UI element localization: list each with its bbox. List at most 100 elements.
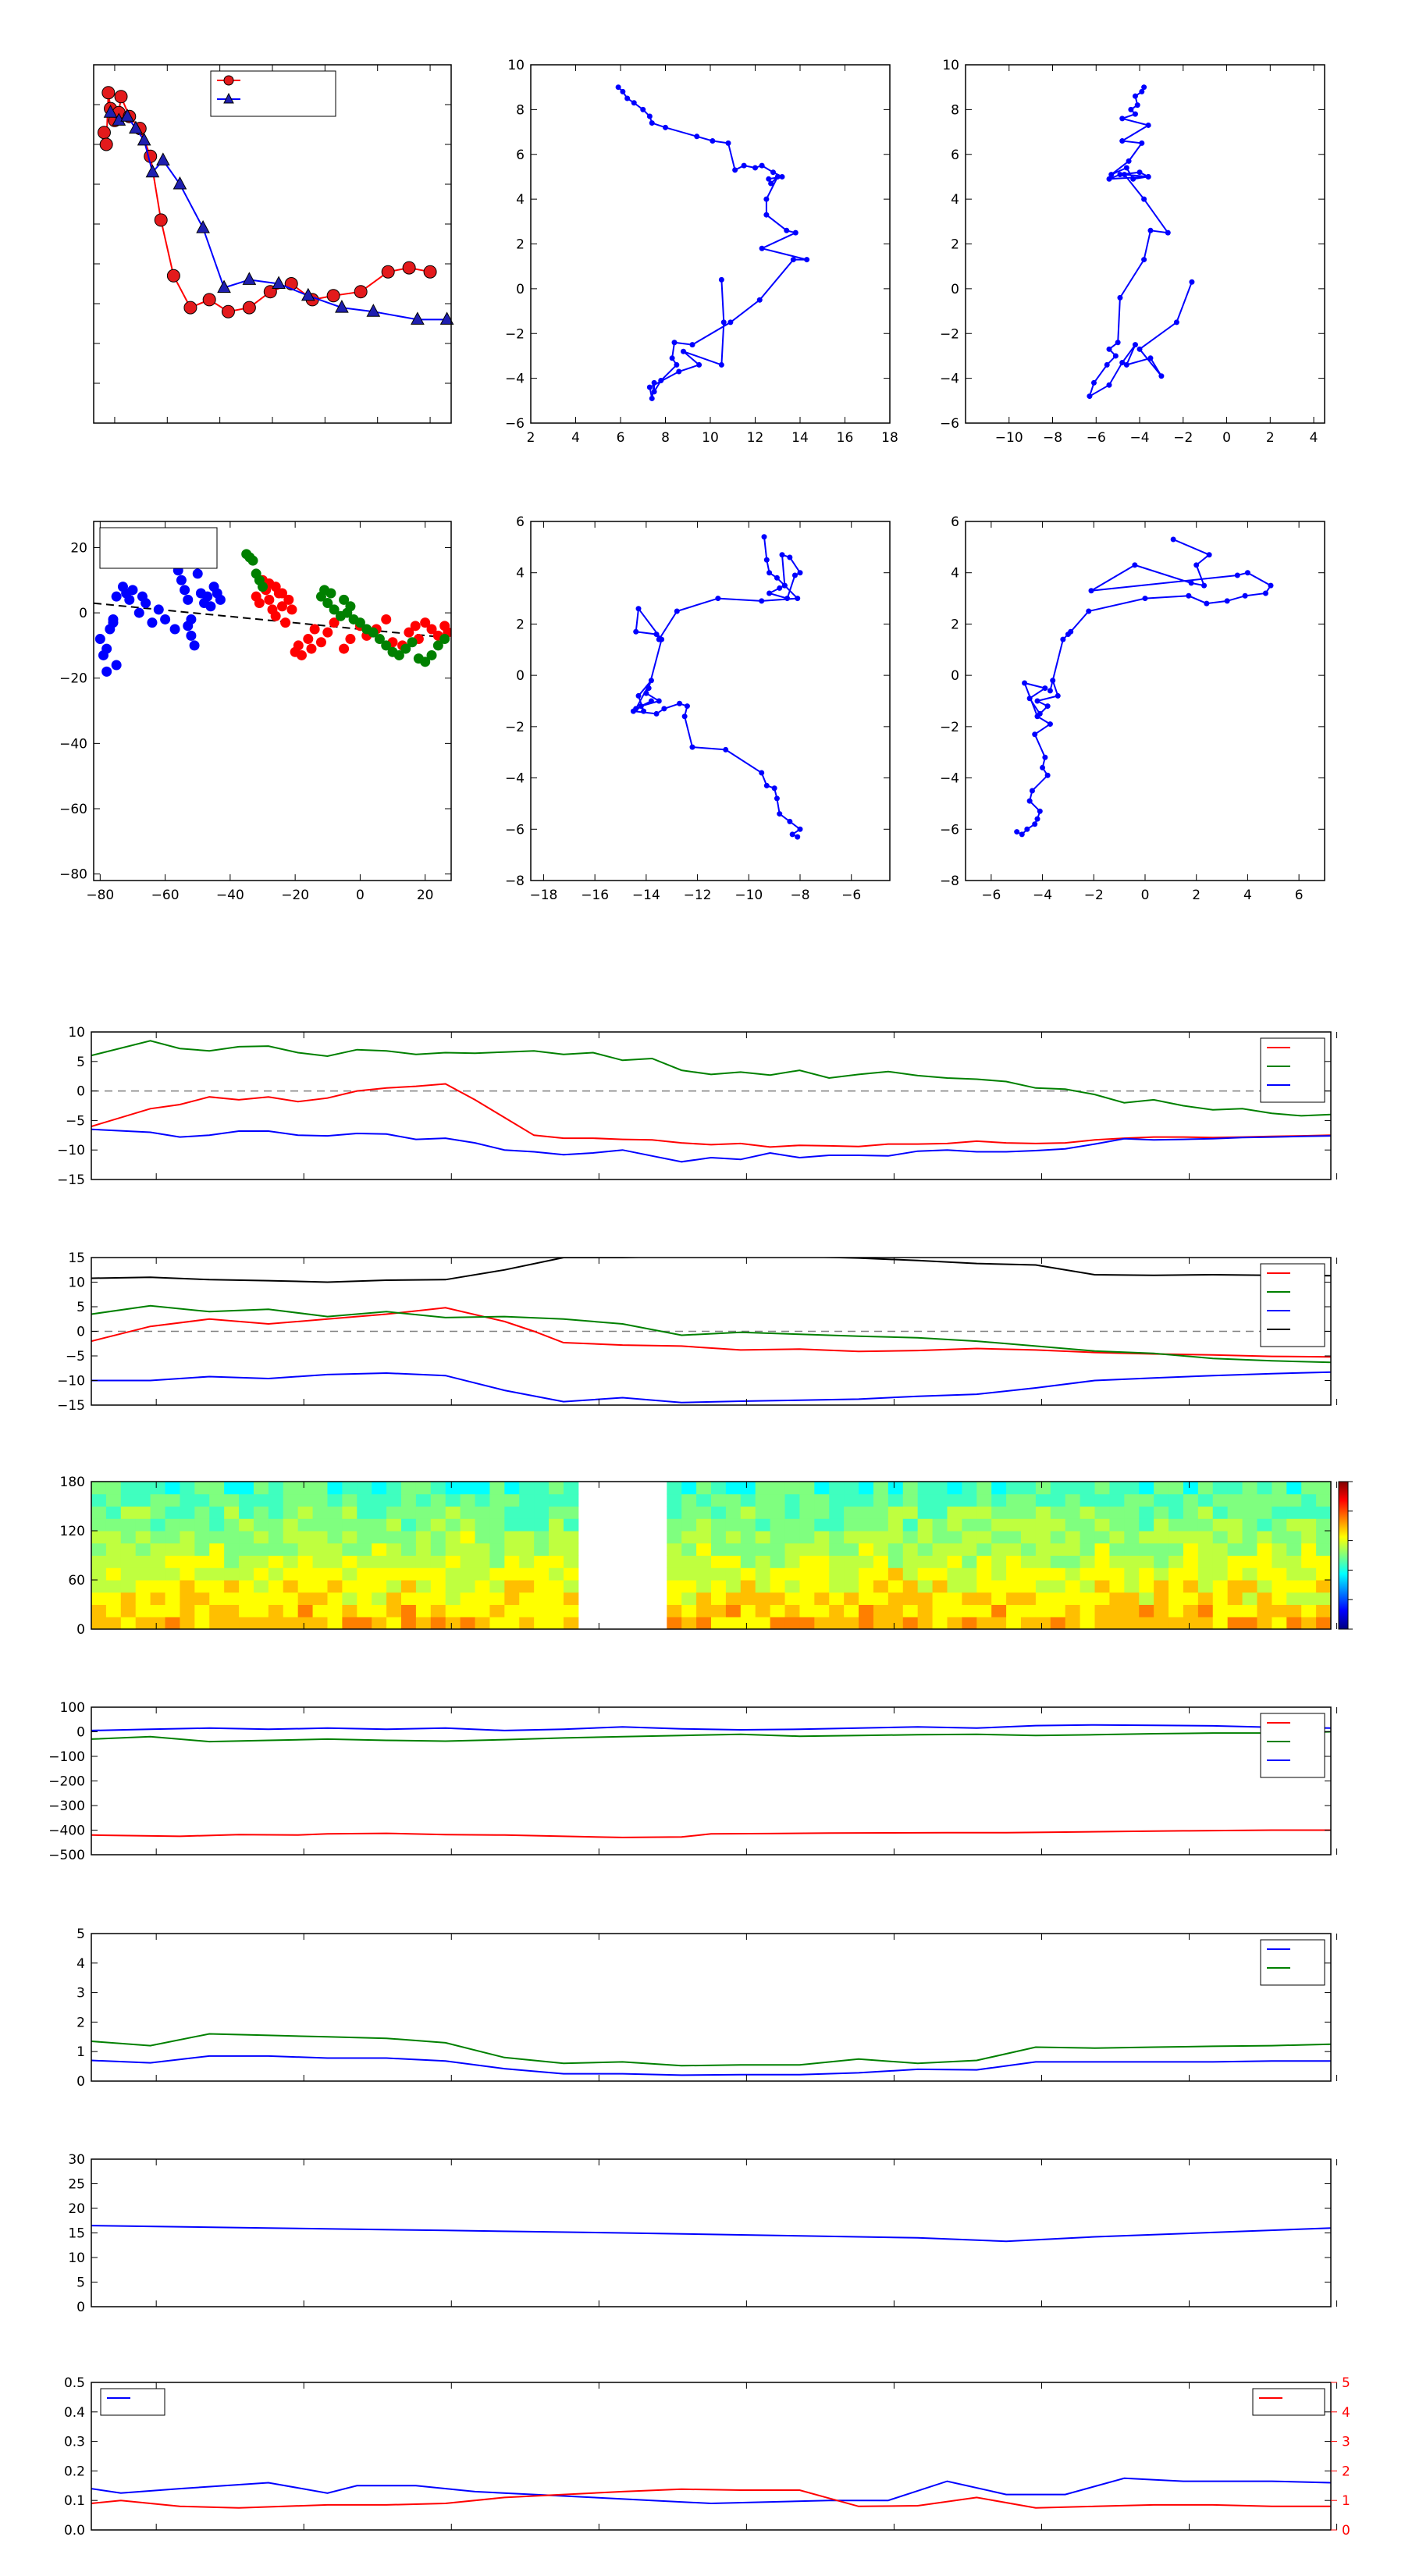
heatmap-cell [917, 1580, 934, 1593]
heatmap-cell [194, 1604, 210, 1617]
heatmap-cell [105, 1580, 122, 1593]
heatmap-cell [1065, 1482, 1081, 1495]
y-tick-label: −60 [59, 802, 87, 817]
heatmap-cell [268, 1617, 284, 1630]
heatmap-cell [784, 1567, 800, 1581]
heatmap-cell [534, 1604, 550, 1617]
heatmap-cell [947, 1604, 962, 1617]
data-point [777, 811, 783, 817]
heatmap-cell [460, 1506, 476, 1519]
heatmap-cell [1094, 1542, 1110, 1556]
chart-magnetic-field-fr: −15 −10 −5 0 5 10 15 [57, 1251, 1338, 1414]
heatmap-cell [224, 1542, 240, 1556]
data-point [641, 708, 647, 714]
heatmap-cell [297, 1555, 314, 1568]
heatmap-cell [947, 1592, 962, 1605]
data-point [767, 590, 773, 596]
heatmap-cell [1094, 1518, 1110, 1532]
heatmap-cell [120, 1617, 137, 1630]
heatmap-cell [770, 1482, 786, 1495]
heatmap-cell [1035, 1493, 1051, 1507]
data-point [651, 379, 657, 386]
heatmap-cell [902, 1531, 919, 1544]
y-tick-label: 20 [68, 2201, 85, 2217]
heatmap-cell [415, 1555, 432, 1568]
heatmap-cell [902, 1580, 919, 1593]
heatmap-cell [814, 1493, 830, 1507]
y-tick-label: −6 [940, 822, 959, 838]
series-line-By [91, 1304, 1331, 1364]
heatmap-cell [1183, 1518, 1199, 1532]
heatmap-cell [1227, 1567, 1243, 1581]
heatmap-cell [534, 1531, 550, 1544]
heatmap-cell [902, 1592, 919, 1605]
heatmap-cell [814, 1506, 830, 1519]
heatmap-cell [460, 1580, 476, 1593]
heatmap-cell [165, 1542, 180, 1556]
heatmap-cell [681, 1617, 697, 1630]
y-tick-label: −4 [505, 771, 525, 787]
heatmap-cell [91, 1482, 107, 1495]
heatmap-cell [268, 1580, 284, 1593]
data-point [423, 265, 437, 279]
heatmap-cell [563, 1604, 579, 1617]
heatmap-cell [829, 1506, 845, 1519]
heatmap-cell [740, 1604, 756, 1617]
heatmap-cell [991, 1482, 1007, 1495]
heatmap-cell [489, 1555, 505, 1568]
heatmap-cell [829, 1567, 845, 1581]
heatmap-cell [932, 1580, 948, 1593]
heatmap-cell [445, 1567, 461, 1581]
data-point [1173, 319, 1179, 326]
heatmap-cell [489, 1493, 505, 1507]
heatmap-cell [711, 1493, 727, 1507]
y-right-tick-label: 0 [1342, 2523, 1350, 2539]
data-point [154, 213, 168, 227]
data-point [1042, 754, 1048, 760]
data-point [689, 744, 695, 750]
x-tick-label: −8 [1043, 430, 1062, 446]
heatmap-cell [415, 1518, 432, 1532]
heatmap-cell [991, 1542, 1007, 1556]
y-tick-label: 0 [76, 1622, 85, 1638]
heatmap-cell [667, 1531, 682, 1544]
chart-plasma-beta: 0 1 2 3 4 5 [76, 1927, 1338, 2090]
heatmap-cell [1050, 1518, 1066, 1532]
heatmap-cell [799, 1518, 815, 1532]
x-tick-label: −2 [1173, 430, 1193, 446]
data-point [663, 124, 668, 130]
heatmap-cell [844, 1493, 859, 1507]
data-point [635, 692, 642, 699]
heatmap-cell [165, 1592, 180, 1605]
heatmap-cell [859, 1580, 874, 1593]
heatmap-cell [829, 1604, 845, 1617]
chart-transverse-pressure [93, 64, 454, 424]
y-tick-label: −8 [505, 873, 525, 889]
x-tick-label: 0 [356, 888, 365, 903]
heatmap-cell [209, 1580, 225, 1593]
heatmap-cell [784, 1542, 800, 1556]
heatmap-cell [386, 1531, 402, 1544]
heatmap-cell [770, 1592, 786, 1605]
heatmap-cell [489, 1567, 505, 1581]
heatmap-cell [180, 1531, 195, 1544]
heatmap-cell [887, 1531, 904, 1544]
heatmap-cell [91, 1604, 107, 1617]
heatmap-cell [1301, 1580, 1317, 1593]
data-point [242, 301, 256, 315]
heatmap-cell [165, 1482, 180, 1495]
heatmap-cell [253, 1604, 269, 1617]
heatmap-cell [283, 1482, 299, 1495]
heatmap-cell [1139, 1604, 1154, 1617]
plot-frame [91, 1933, 1332, 2082]
heatmap-cell [1094, 1604, 1110, 1617]
heatmap-cell [135, 1518, 151, 1532]
heatmap-cell [283, 1604, 299, 1617]
heatmap-cell [696, 1482, 712, 1495]
heatmap-cell [681, 1482, 697, 1495]
heatmap-cell [799, 1542, 815, 1556]
heatmap-cell [1109, 1567, 1125, 1581]
heatmap-cell [549, 1592, 564, 1605]
heatmap-cell [239, 1493, 254, 1507]
heatmap-cell [563, 1531, 579, 1544]
